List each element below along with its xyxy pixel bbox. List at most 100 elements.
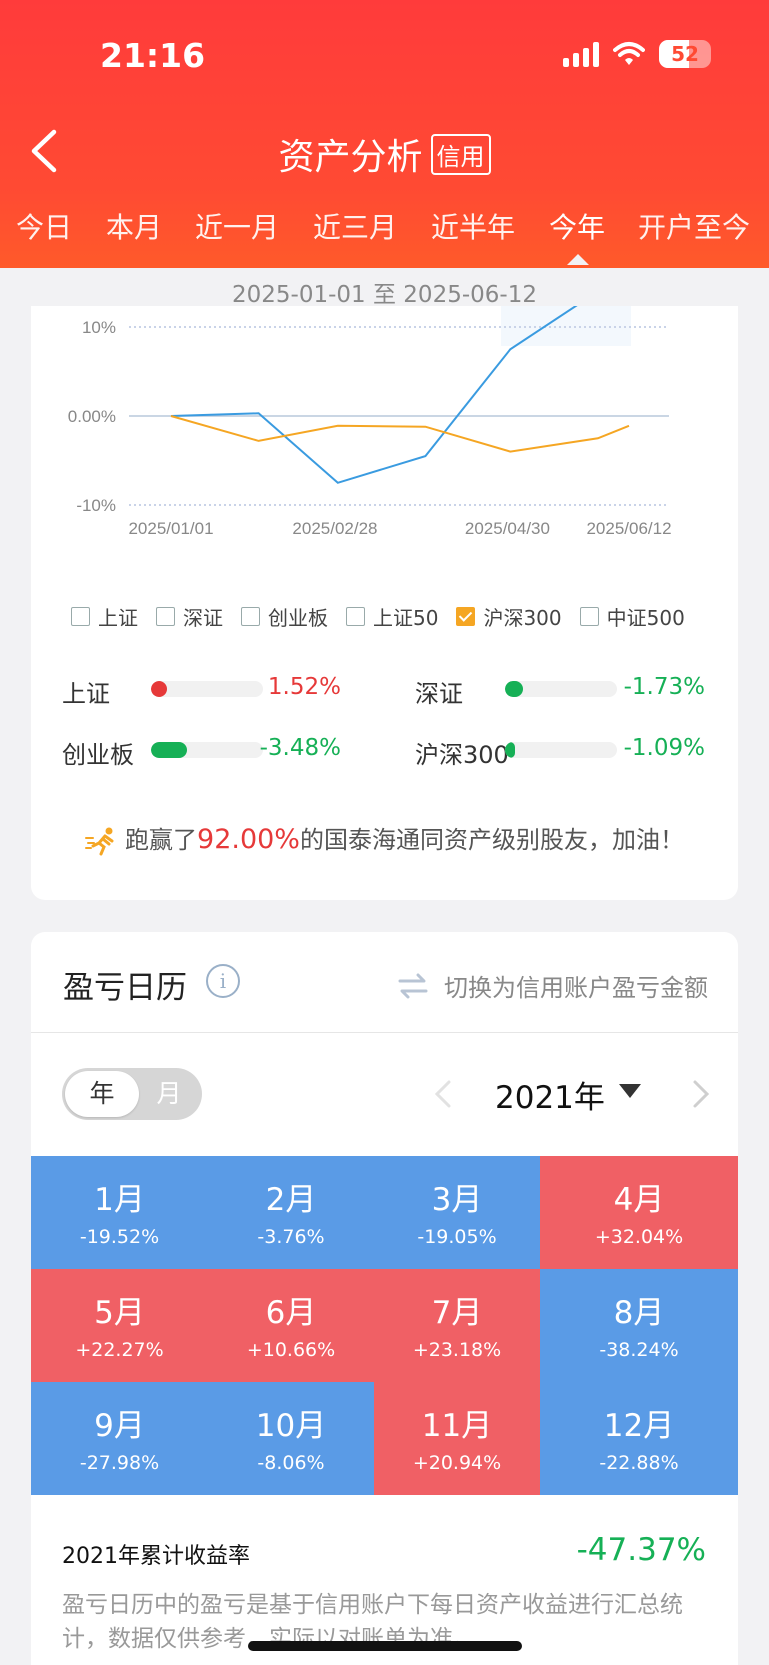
beat-message: 跑赢了92.00%的国泰海通同资产级别股友，加油！ — [31, 820, 738, 856]
month-label: 9月 — [94, 1408, 145, 1444]
active-tab-indicator — [567, 254, 589, 265]
index-name: 创业板 — [62, 741, 134, 769]
month-cell[interactable]: 6月 +10.66% — [208, 1269, 374, 1382]
month-label: 8月 — [613, 1295, 665, 1331]
month-cell[interactable]: 7月 +23.18% — [374, 1269, 540, 1382]
x-tick-label: 2025/02/28 — [292, 519, 377, 538]
switch-amount-link[interactable]: 切换为信用账户盈亏金额 — [398, 968, 708, 1003]
month-cell[interactable]: 3月 -19.05% — [374, 1156, 540, 1269]
home-indicator — [248, 1641, 522, 1651]
month-label: 4月 — [613, 1182, 665, 1218]
chart-card: 10% 0.00% -10% 2025/01/01 2025/02/28 2025/04/… — [31, 306, 738, 900]
legend-label: 上证 — [98, 606, 138, 630]
cumulative-value: -47.37% — [576, 1532, 706, 1568]
legend-label: 中证500 — [606, 606, 685, 630]
month-label: 10月 — [255, 1408, 327, 1444]
legend-checkbox[interactable]: 深证 — [156, 602, 223, 631]
info-icon[interactable]: i — [206, 964, 240, 998]
month-return: -8.06% — [257, 1452, 325, 1474]
runner-icon — [85, 827, 114, 856]
month-cell[interactable]: 5月 +22.27% — [31, 1269, 208, 1382]
month-label: 5月 — [94, 1295, 145, 1331]
year-month-toggle[interactable]: 年 月 — [62, 1068, 202, 1120]
month-label: 12月 — [603, 1408, 675, 1444]
checkbox-icon — [241, 607, 260, 626]
index-name: 沪深300 — [415, 741, 509, 769]
month-cell[interactable]: 11月 +20.94% — [374, 1382, 540, 1495]
legend-checkbox[interactable]: 中证500 — [579, 602, 685, 631]
legend-label: 上证50 — [373, 606, 439, 630]
legend-checkbox[interactable]: 上证50 — [346, 602, 438, 631]
index-name: 深证 — [415, 680, 463, 708]
battery-icon: 52 — [659, 40, 711, 68]
dropdown-icon[interactable] — [619, 1084, 641, 1098]
legend-checkbox[interactable]: 上证 — [71, 602, 138, 631]
checkbox-icon — [71, 607, 90, 626]
x-tick-label: 2025/01/01 — [128, 519, 213, 538]
page-title: 资产分析 信用 — [0, 128, 769, 180]
toggle-year[interactable]: 年 — [65, 1071, 139, 1117]
month-cell[interactable]: 4月 +32.04% — [540, 1156, 738, 1269]
month-label: 2月 — [265, 1182, 317, 1218]
month-return: -19.05% — [417, 1226, 497, 1248]
month-grid: 1月 -19.52% 2月 -3.76% 3月 -19.05% 4月 +32.04% 5月 +22… — [31, 1156, 738, 1495]
wifi-icon — [613, 42, 645, 65]
month-label: 3月 — [431, 1182, 483, 1218]
y-tick-label: 0.00% — [68, 407, 116, 426]
index-value: -1.73% — [623, 674, 705, 700]
index-value: -1.09% — [623, 735, 705, 761]
tab-last-three-months[interactable]: 近三月 — [313, 206, 397, 246]
y-tick-label: -10% — [76, 496, 116, 515]
month-return: +23.18% — [412, 1339, 502, 1361]
month-return: -3.76% — [257, 1226, 325, 1248]
toggle-month[interactable]: 月 — [139, 1071, 199, 1117]
legend-label: 沪深300 — [483, 606, 562, 630]
month-cell[interactable]: 8月 -38.24% — [540, 1269, 738, 1382]
month-label: 1月 — [94, 1182, 145, 1218]
cumulative-label: 2021年累计收益率 — [62, 1544, 250, 1569]
index-value: 1.52% — [267, 674, 341, 700]
year-selector[interactable]: 2021年 — [495, 1072, 605, 1117]
legend-label: 创业板 — [268, 606, 328, 630]
month-cell[interactable]: 12月 -22.88% — [540, 1382, 738, 1495]
prev-year-icon[interactable] — [431, 1074, 455, 1114]
month-return: -19.52% — [79, 1226, 160, 1248]
chart-legend: 上证 深证 创业板 上证50 沪深300 中证500 — [71, 602, 703, 631]
divider — [31, 1032, 738, 1033]
header: 21:16 52 资产分析 信用 今日 本月 近一月 近三月 近半年 今年 开户至… — [0, 0, 769, 268]
month-cell[interactable]: 10月 -8.06% — [208, 1382, 374, 1495]
tab-this-year[interactable]: 今年 — [549, 206, 605, 246]
month-return: -27.98% — [79, 1452, 160, 1474]
tab-this-month[interactable]: 本月 — [106, 206, 162, 246]
tab-last-half-year[interactable]: 近半年 — [431, 206, 515, 246]
x-tick-label: 2025/04/30 — [465, 519, 550, 538]
tab-since-opening[interactable]: 开户至今 — [638, 206, 750, 246]
month-return: +32.04% — [594, 1226, 684, 1248]
month-cell[interactable]: 2月 -3.76% — [208, 1156, 374, 1269]
series-line-1 — [170, 415, 630, 453]
month-cell[interactable]: 1月 -19.52% — [31, 1156, 208, 1269]
month-return: -38.24% — [599, 1339, 679, 1361]
month-return: -22.88% — [599, 1452, 679, 1474]
checkbox-icon — [579, 607, 599, 626]
next-year-icon[interactable] — [689, 1074, 713, 1114]
index-value: -3.48% — [259, 735, 341, 761]
month-return: +10.66% — [246, 1339, 336, 1361]
period-tabs: 今日 本月 近一月 近三月 近半年 今年 开户至今 — [0, 206, 769, 256]
x-tick-label: 2025/06/12 — [586, 519, 671, 538]
index-name: 上证 — [62, 680, 110, 708]
date-range: 2025-01-01 至 2025-06-12 — [232, 282, 537, 308]
checkbox-icon — [346, 607, 365, 626]
legend-label: 深证 — [183, 606, 223, 630]
return-chart: 10% 0.00% -10% 2025/01/01 2025/02/28 2025/04/… — [68, 306, 672, 538]
y-tick-label: 10% — [82, 318, 116, 337]
month-cell[interactable]: 9月 -27.98% — [31, 1382, 208, 1495]
legend-checkbox[interactable]: 创业板 — [241, 602, 328, 631]
tab-last-month[interactable]: 近一月 — [195, 206, 279, 246]
status-time: 21:16 — [100, 36, 206, 75]
tab-today[interactable]: 今日 — [16, 206, 72, 246]
credit-badge: 信用 — [430, 134, 491, 175]
month-return: +20.94% — [412, 1452, 502, 1474]
month-label: 7月 — [431, 1295, 483, 1331]
legend-checkbox[interactable]: 沪深300 — [456, 602, 562, 631]
